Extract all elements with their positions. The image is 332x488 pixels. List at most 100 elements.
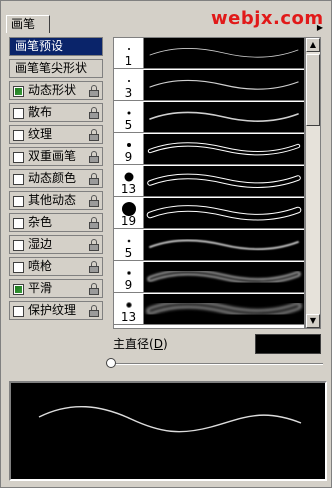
setting-label: 喷枪 xyxy=(28,259,53,273)
setting-label: 动态颜色 xyxy=(28,171,77,185)
brush-preset-row[interactable]: 13 xyxy=(114,166,304,197)
setting-label: 杂色 xyxy=(28,215,53,229)
setting-checkbox[interactable] xyxy=(13,306,24,317)
panel-menu-icon[interactable]: ▶ xyxy=(315,23,325,33)
brush-tip-thumbnail[interactable]: 5 xyxy=(114,102,144,132)
scroll-down-icon[interactable]: ▼ xyxy=(306,314,320,328)
brush-setting-item[interactable]: 画笔笔尖形状 xyxy=(9,59,103,78)
lock-icon[interactable] xyxy=(89,239,99,251)
setting-checkbox[interactable] xyxy=(13,196,24,207)
watermark: webjx.com xyxy=(211,8,324,29)
setting-checkbox[interactable] xyxy=(13,240,24,251)
lock-icon[interactable] xyxy=(89,107,99,119)
brush-size-label: 19 xyxy=(120,214,137,228)
stroke-preview xyxy=(9,381,327,481)
brush-setting-item[interactable]: 湿边 xyxy=(9,235,103,254)
diameter-hotkey: D xyxy=(153,337,163,351)
brush-tip-icon xyxy=(124,172,133,182)
brush-size-label: 5 xyxy=(124,246,133,260)
brush-setting-item[interactable]: 杂色 xyxy=(9,213,103,232)
setting-label: 纹理 xyxy=(28,127,53,141)
brush-setting-item[interactable]: 喷枪 xyxy=(9,257,103,276)
brush-size-label: 9 xyxy=(124,278,133,292)
brush-tip-icon xyxy=(127,239,130,243)
tab-brushes[interactable]: 画笔 xyxy=(6,15,50,33)
brush-stroke-sample[interactable] xyxy=(144,166,304,196)
lock-icon[interactable] xyxy=(89,261,99,273)
brush-stroke-sample[interactable] xyxy=(144,198,304,228)
setting-label: 其他动态 xyxy=(28,193,77,207)
diameter-label-prefix: 主直径( xyxy=(113,337,154,351)
brush-grid-scrollbar[interactable]: ▲ ▼ xyxy=(305,37,321,329)
scroll-up-icon[interactable]: ▲ xyxy=(306,38,320,52)
brush-setting-item[interactable]: 平滑 xyxy=(9,279,103,298)
setting-checkbox[interactable] xyxy=(13,284,24,295)
brush-tip-thumbnail[interactable]: 9 xyxy=(114,134,144,164)
brush-tip-thumbnail[interactable]: 3 xyxy=(114,70,144,100)
brush-preset-row[interactable]: 5 xyxy=(114,102,304,133)
setting-label: 湿边 xyxy=(28,237,53,251)
setting-checkbox[interactable] xyxy=(13,86,24,97)
brush-stroke-sample[interactable] xyxy=(144,294,304,324)
brush-tip-thumbnail[interactable]: 19 xyxy=(114,198,144,228)
brush-stroke-sample[interactable] xyxy=(144,38,304,68)
lock-icon[interactable] xyxy=(89,151,99,163)
brush-size-label: 13 xyxy=(120,182,137,196)
diameter-slider-knob[interactable] xyxy=(106,358,116,368)
brush-preset-row[interactable]: 9 xyxy=(114,134,304,165)
brush-stroke-sample[interactable] xyxy=(144,262,304,292)
setting-checkbox[interactable] xyxy=(13,174,24,185)
lock-icon[interactable] xyxy=(89,217,99,229)
setting-label: 画笔预设 xyxy=(15,39,64,53)
setting-label: 动态形状 xyxy=(28,83,77,97)
brush-tip-icon xyxy=(126,143,131,147)
brush-tip-icon xyxy=(127,111,130,115)
brush-preset-row[interactable]: 5 xyxy=(114,230,304,261)
brush-preset-row[interactable]: 1 xyxy=(114,38,304,69)
brush-preset-row[interactable]: 13 xyxy=(114,294,304,325)
brush-stroke-sample[interactable] xyxy=(144,70,304,100)
lock-icon[interactable] xyxy=(89,85,99,97)
brush-setting-item[interactable]: 其他动态 xyxy=(9,191,103,210)
brush-preset-row[interactable]: 3 xyxy=(114,70,304,101)
setting-checkbox[interactable] xyxy=(13,130,24,141)
brush-tip-thumbnail[interactable]: 5 xyxy=(114,230,144,260)
lock-icon[interactable] xyxy=(89,173,99,185)
master-diameter-field[interactable] xyxy=(255,334,321,354)
master-diameter-label: 主直径(D) xyxy=(113,337,168,351)
brush-setting-item[interactable]: 双重画笔 xyxy=(9,147,103,166)
brush-stroke-sample[interactable] xyxy=(144,134,304,164)
brush-size-label: 3 xyxy=(124,86,133,100)
brush-tip-thumbnail[interactable]: 13 xyxy=(114,294,144,324)
brush-tip-thumbnail[interactable]: 9 xyxy=(114,262,144,292)
stroke-preview-curve xyxy=(38,406,302,433)
lock-icon[interactable] xyxy=(89,129,99,141)
lock-icon[interactable] xyxy=(89,305,99,317)
brush-setting-item[interactable]: 动态颜色 xyxy=(9,169,103,188)
setting-label: 散布 xyxy=(28,105,53,119)
brushes-panel: 画笔 webjx.com ▶ 画笔预设画笔笔尖形状动态形状散布纹理双重画笔动态颜… xyxy=(0,0,332,488)
brush-tip-icon xyxy=(126,271,131,275)
brush-size-label: 9 xyxy=(124,150,133,164)
setting-label: 保护纹理 xyxy=(28,303,77,317)
brush-stroke-sample[interactable] xyxy=(144,102,304,132)
diameter-slider-track[interactable] xyxy=(111,363,323,365)
setting-checkbox[interactable] xyxy=(13,152,24,163)
setting-checkbox[interactable] xyxy=(13,262,24,273)
setting-checkbox[interactable] xyxy=(13,218,24,229)
brush-setting-item[interactable]: 动态形状 xyxy=(9,81,103,100)
brush-tip-thumbnail[interactable]: 1 xyxy=(114,38,144,68)
brush-setting-item[interactable]: 散布 xyxy=(9,103,103,122)
lock-icon[interactable] xyxy=(89,195,99,207)
brush-preset-row[interactable]: 9 xyxy=(114,262,304,293)
brush-preset-grid: 1 3 5 9 13 19 5 9 13 xyxy=(113,37,305,329)
brush-setting-item[interactable]: 纹理 xyxy=(9,125,103,144)
brush-tip-thumbnail[interactable]: 13 xyxy=(114,166,144,196)
scroll-thumb[interactable] xyxy=(306,54,320,126)
brush-stroke-sample[interactable] xyxy=(144,230,304,260)
lock-icon[interactable] xyxy=(89,283,99,295)
brush-preset-row[interactable]: 19 xyxy=(114,198,304,229)
brush-setting-item[interactable]: 保护纹理 xyxy=(9,301,103,320)
brush-setting-item[interactable]: 画笔预设 xyxy=(9,37,103,56)
setting-checkbox[interactable] xyxy=(13,108,24,119)
